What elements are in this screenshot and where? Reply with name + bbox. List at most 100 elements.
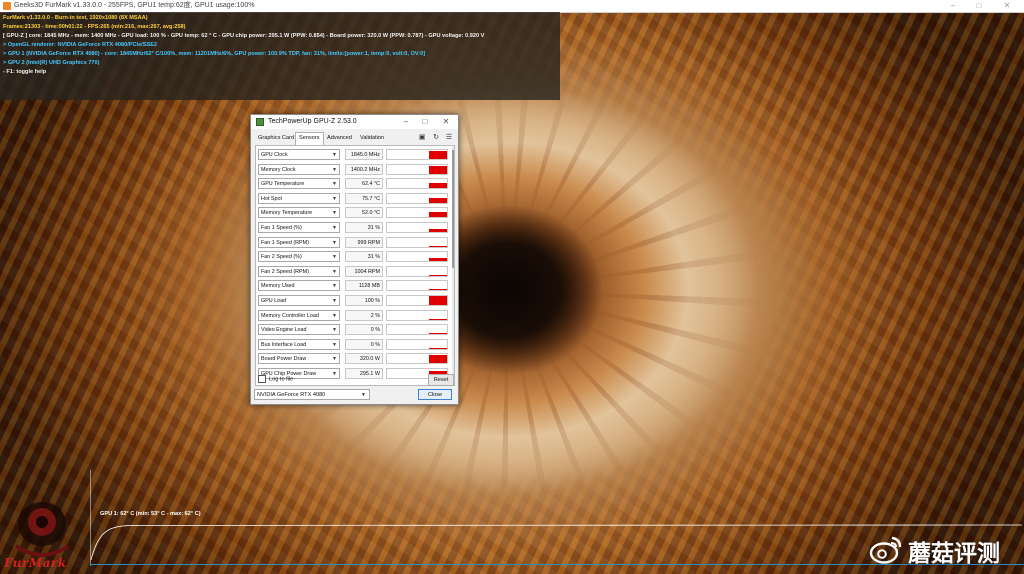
sensor-label-dropdown[interactable]: Fan 1 Speed (%) ▼ xyxy=(258,222,340,233)
minimize-icon[interactable]: – xyxy=(940,0,966,12)
sensor-label-dropdown[interactable]: Memory Clock ▼ xyxy=(258,163,340,175)
tab-graphics-card[interactable]: Graphics Card xyxy=(255,133,297,144)
sensor-graph-bar xyxy=(429,229,447,232)
window-title: Geeks3D FurMark v1.33.0.0 - 255FPS, GPU1… xyxy=(14,2,255,9)
sensor-row: Fan 2 Speed (%) ▼ 31 % xyxy=(256,250,448,264)
sensor-label: Memory Temperature xyxy=(261,210,313,217)
sensor-graph xyxy=(386,163,448,175)
sensor-graph xyxy=(386,236,448,248)
refresh-icon[interactable]: ↻ xyxy=(432,134,440,142)
sensor-label: Fan 2 Speed (%) xyxy=(261,254,302,261)
sensor-label: Memory Used xyxy=(261,283,295,290)
close-icon[interactable]: ✕ xyxy=(994,0,1020,12)
camera-icon[interactable]: ▣ xyxy=(418,134,426,142)
watermark-text: 蘑菇评测 xyxy=(908,541,1000,567)
gpuz-title: TechPowerUp GPU-Z 2.53.0 xyxy=(268,118,357,125)
reset-button[interactable]: Reset xyxy=(428,374,454,386)
sensor-graph-bar xyxy=(429,183,447,189)
sensor-row: Fan 1 Speed (RPM) ▼ 999 RPM xyxy=(256,236,448,250)
sensor-row: Fan 2 Speed (RPM) ▼ 1004 RPM xyxy=(256,265,448,279)
sensor-graph xyxy=(386,338,448,350)
sensor-label-dropdown[interactable]: Fan 2 Speed (RPM) ▼ xyxy=(258,265,340,277)
sensor-label-dropdown[interactable]: Memory Temperature ▼ xyxy=(258,207,340,219)
close-button[interactable]: Close xyxy=(418,389,452,400)
chevron-down-icon: ▼ xyxy=(332,341,337,348)
sensor-label: Fan 2 Speed (RPM) xyxy=(261,268,309,275)
chevron-down-icon: ▼ xyxy=(332,166,337,173)
sensor-label-dropdown[interactable]: GPU Clock ▼ xyxy=(258,149,340,160)
sensor-graph-bar xyxy=(429,333,447,335)
sensor-graph xyxy=(386,309,448,321)
log-to-file-option[interactable]: Log to file xyxy=(258,375,293,384)
tab-validation[interactable]: Validation xyxy=(357,133,387,144)
chevron-down-icon: ▼ xyxy=(332,327,337,334)
chevron-down-icon: ▼ xyxy=(332,210,337,217)
chevron-down-icon: ▼ xyxy=(332,312,337,319)
sensor-label: Board Power Draw xyxy=(261,356,307,363)
sensor-label-dropdown[interactable]: Fan 1 Speed (RPM) ▼ xyxy=(258,236,340,248)
temperature-graph-label: GPU 1: 62° C (min: 53° C - max: 62° C) xyxy=(100,511,201,517)
sensor-label-dropdown[interactable]: Hot Spot ▼ xyxy=(258,192,340,204)
sensor-graph-bar xyxy=(429,212,447,218)
sensor-label-dropdown[interactable]: Memory Controller Load ▼ xyxy=(258,309,340,321)
gpuz-titlebar[interactable]: TechPowerUp GPU-Z 2.53.0 – □ ✕ xyxy=(251,115,458,129)
gpuz-close-icon[interactable]: ✕ xyxy=(437,115,455,129)
sensor-list-scrollbar[interactable] xyxy=(452,146,454,385)
furmark-osd-panel: FurMark v1.33.0.0 - Burn-in test, 1920x1… xyxy=(0,12,560,100)
scrollbar-thumb[interactable] xyxy=(452,150,454,268)
maximize-icon[interactable]: □ xyxy=(966,0,992,12)
sensor-label-dropdown[interactable]: Bus Interface Load ▼ xyxy=(258,338,340,350)
sensor-graph xyxy=(386,192,448,204)
sensor-value: 320.0 W xyxy=(345,353,383,365)
sensor-label-dropdown[interactable]: Memory Used ▼ xyxy=(258,280,340,292)
furmark-logo-text: FurMark xyxy=(4,556,67,570)
sensor-graph xyxy=(386,178,448,190)
sensor-graph-bar xyxy=(429,318,447,320)
chevron-down-icon: ▼ xyxy=(332,254,337,261)
gpu-select-value: NVIDIA GeForce RTX 4080 xyxy=(257,392,326,398)
sensor-row: Memory Temperature ▼ 52.0 °C xyxy=(256,206,448,220)
sensor-label-dropdown[interactable]: Video Engine Load ▼ xyxy=(258,324,340,336)
sensor-graph xyxy=(386,251,448,263)
sensor-label-dropdown[interactable]: GPU Temperature ▼ xyxy=(258,178,340,190)
tab-sensors[interactable]: Sensors xyxy=(295,132,324,145)
osd-line: > GPU 1 (NVIDIA GeForce RTX 4080) - core… xyxy=(3,51,426,57)
sensor-value: 75.7 °C xyxy=(345,192,383,204)
sensor-graph-bar xyxy=(429,197,447,203)
osd-line: > OpenGL renderer: NVIDIA GeForce RTX 40… xyxy=(3,42,158,48)
sensor-row: GPU Load ▼ 100 % xyxy=(256,294,448,308)
gpuz-tab-bar: Graphics Card Sensors Advanced Validatio… xyxy=(251,131,458,145)
osd-line: > GPU 2 (Intel(R) UHD Graphics 770) xyxy=(3,60,100,66)
sensor-label: Fan 1 Speed (%) xyxy=(261,225,302,231)
sensor-row: Bus Interface Load ▼ 0 % xyxy=(256,338,448,352)
sensor-label: GPU Temperature xyxy=(261,181,305,188)
gpu-select-dropdown[interactable]: NVIDIA GeForce RTX 4080 ▼ xyxy=(254,389,370,400)
sensor-label: Bus Interface Load xyxy=(261,341,307,348)
gpuz-window[interactable]: TechPowerUp GPU-Z 2.53.0 – □ ✕ Graphics … xyxy=(250,114,459,405)
log-to-file-checkbox[interactable] xyxy=(258,375,266,383)
chevron-down-icon: ▼ xyxy=(361,392,366,398)
sensor-label: GPU Load xyxy=(261,298,287,304)
osd-line: FurMark v1.33.0.0 - Burn-in test, 1920x1… xyxy=(3,15,148,21)
sensor-value: 31 % xyxy=(345,251,383,263)
sensor-value: 0 % xyxy=(345,338,383,350)
menu-icon[interactable]: ☰ xyxy=(445,134,453,142)
sensor-label-dropdown[interactable]: Fan 2 Speed (%) ▼ xyxy=(258,251,340,263)
log-to-file-label: Log to file xyxy=(269,376,294,383)
sensor-graph-bar xyxy=(429,355,447,364)
sensor-label: Memory Clock xyxy=(261,166,296,173)
tab-advanced[interactable]: Advanced xyxy=(324,133,355,144)
sensor-graph xyxy=(386,222,448,233)
sensor-graph-bar xyxy=(429,347,447,349)
sensor-graph xyxy=(386,295,448,306)
gpuz-minimize-icon[interactable]: – xyxy=(397,115,415,129)
sensor-row: Memory Used ▼ 1128 MB xyxy=(256,279,448,293)
sensor-row: Hot Spot ▼ 75.7 °C xyxy=(256,192,448,206)
sensor-value: 100 % xyxy=(345,295,383,306)
sensor-value: 1400.2 MHz xyxy=(345,163,383,175)
gpuz-maximize-icon[interactable]: □ xyxy=(416,115,434,129)
sensor-label-dropdown[interactable]: Board Power Draw ▼ xyxy=(258,353,340,365)
sensor-graph-bar xyxy=(429,245,447,247)
sensor-row: GPU Temperature ▼ 62.4 °C xyxy=(256,177,448,191)
sensor-label-dropdown[interactable]: GPU Load ▼ xyxy=(258,295,340,306)
